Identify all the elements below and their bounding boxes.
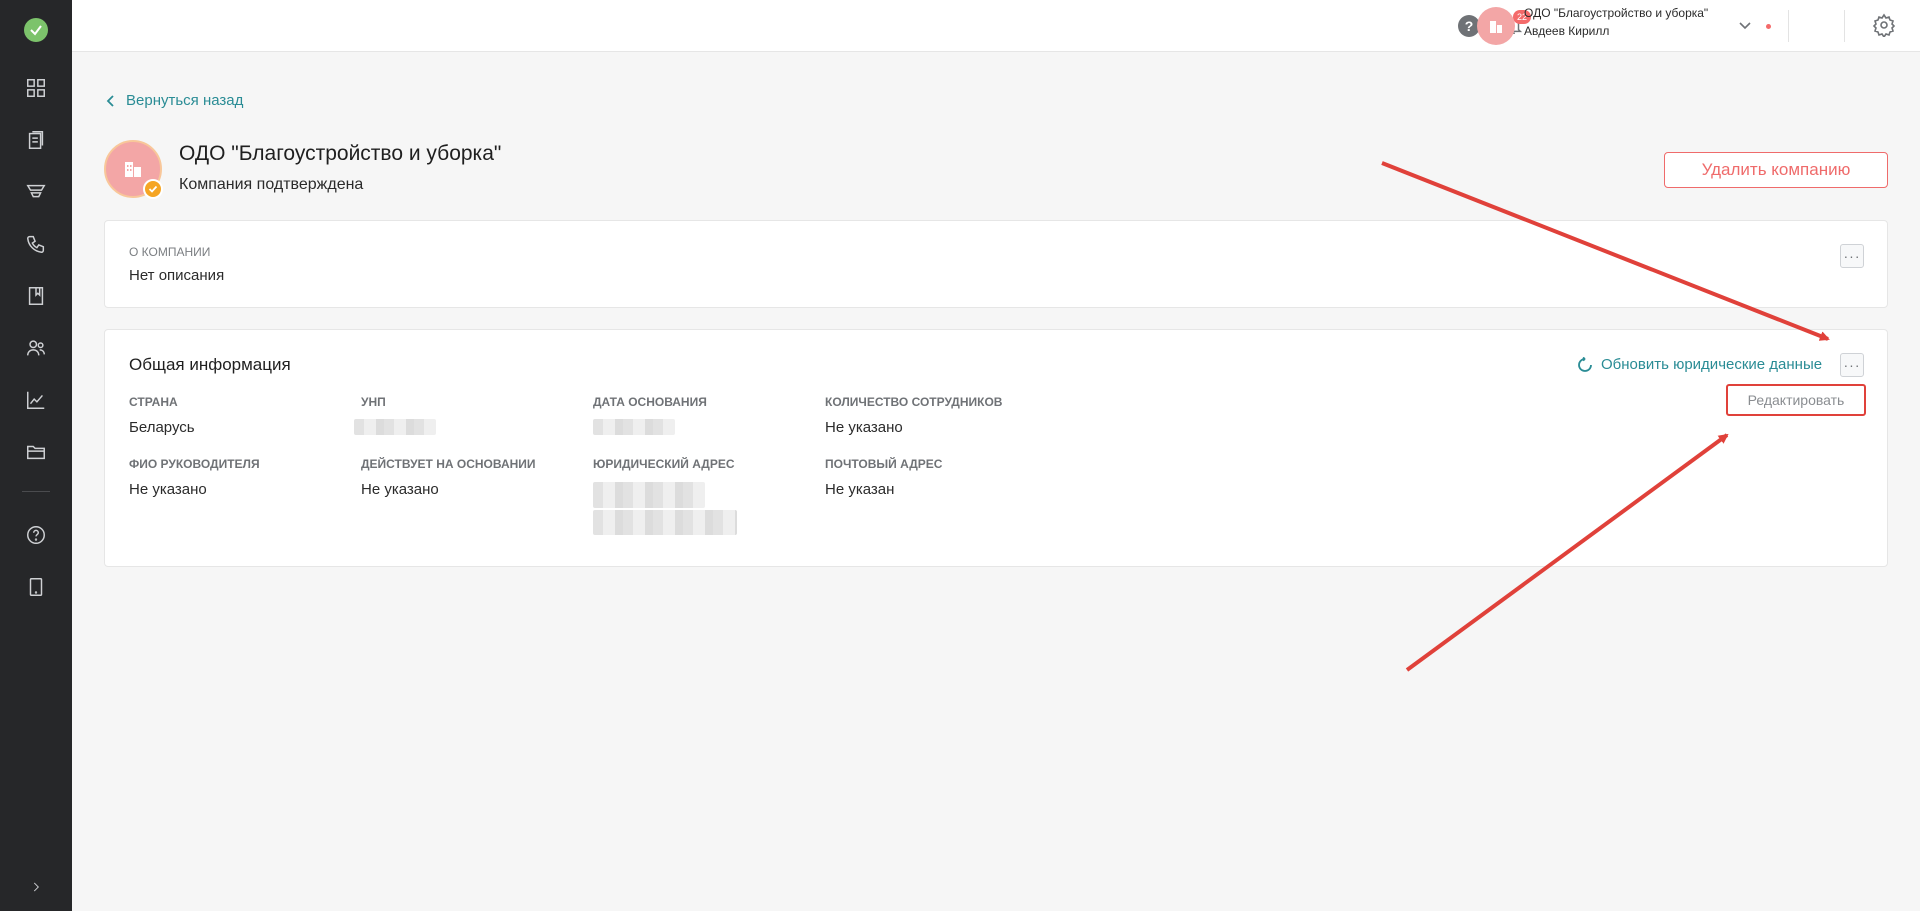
back-link-label: Вернуться назад [126,92,244,109]
field-label: Количество сотрудников [825,395,1003,409]
field-label: Почтовый адрес [825,457,943,471]
expand-sidebar-icon[interactable] [24,877,48,897]
about-company-card: О компании Нет описания ··· [104,220,1888,308]
chart-icon[interactable] [24,388,48,412]
folder-icon[interactable] [24,440,48,464]
edit-menu-item[interactable]: Редактировать [1726,384,1866,416]
field-value: Беларусь [129,419,195,436]
company-avatar-small[interactable] [1477,7,1515,45]
phone-icon[interactable] [24,232,48,256]
field-label: УНП [361,395,386,409]
gear-icon[interactable] [1872,13,1896,39]
info-more-button[interactable]: ··· [1840,353,1864,377]
about-label: О компании [129,245,211,259]
tablet-icon[interactable] [24,575,48,599]
field-value: Не указано [129,481,207,498]
dashboard-icon[interactable] [24,76,48,100]
back-link[interactable]: Вернуться назад [104,92,243,109]
field-value: Не указано [825,419,903,436]
redacted-founded-date [593,419,675,435]
field-value: Не указан [825,481,895,498]
redacted-unp [354,419,436,435]
field-label: Страна [129,395,178,409]
status-dot [1766,24,1771,29]
chevron-down-icon[interactable] [1737,17,1753,33]
help-icon[interactable] [24,523,48,547]
top-bar: ? 22 ОДО "Благоустройство и уборка" Авде… [72,0,1920,52]
book-icon[interactable] [24,284,48,308]
refresh-label: Обновить юридические данные [1601,356,1823,373]
chevron-left-icon [106,94,114,107]
refresh-icon [1578,356,1592,372]
delete-company-button[interactable]: Удалить компанию [1664,152,1888,188]
verified-check-icon [143,179,163,199]
about-value: Нет описания [129,267,225,284]
users-icon[interactable] [24,336,48,360]
app-logo-icon[interactable] [24,18,48,42]
field-label: Дата основания [593,395,707,409]
documents-icon[interactable] [24,128,48,152]
divider [1788,10,1789,42]
redacted-legal-address [593,510,737,535]
section-title: Общая информация [129,355,291,374]
divider [1844,10,1845,42]
page-title: ОДО "Благоустройство и уборка" [179,142,502,165]
funnel-icon[interactable] [24,180,48,204]
field-label: Юридический адрес [593,457,735,471]
current-company-name[interactable]: ОДО "Благоустройство и уборка" [1524,6,1708,20]
sidebar-divider [22,491,50,492]
field-label: Действует на основании [361,457,536,471]
company-status: Компания подтверждена [179,176,364,193]
redacted-legal-address [593,482,705,508]
sidebar [0,0,72,911]
field-value: Не указано [361,481,439,498]
field-label: ФИО руководителя [129,457,260,471]
general-info-card: Общая информация Обновить юридические да… [104,329,1888,567]
about-more-button[interactable]: ··· [1840,244,1864,268]
refresh-legal-data-link[interactable]: Обновить юридические данные [1577,356,1822,373]
current-user-name[interactable]: Авдеев Кирилл [1524,24,1609,38]
